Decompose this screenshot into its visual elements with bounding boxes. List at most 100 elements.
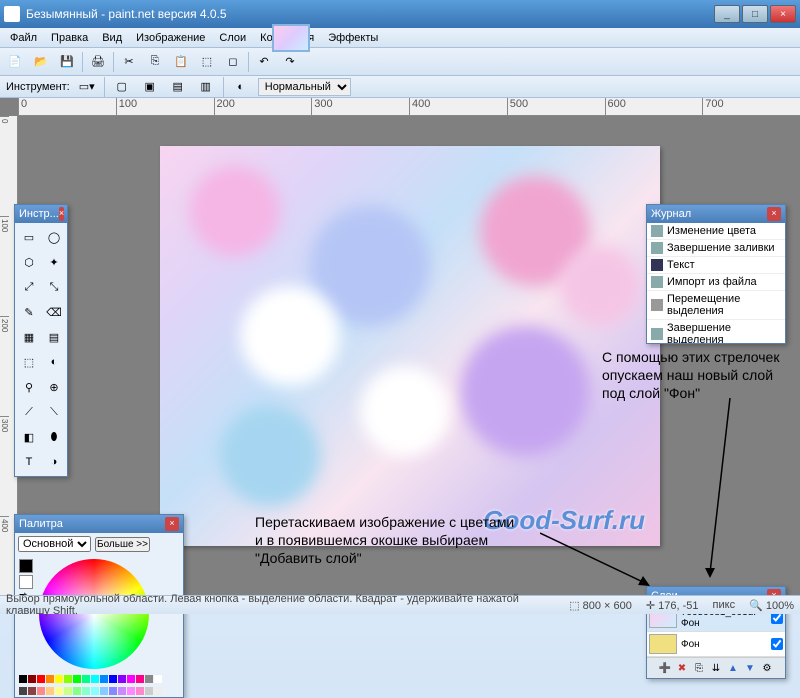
layer-props-icon[interactable]: ⚙ — [759, 660, 775, 676]
tool-label: Инструмент: — [6, 81, 70, 93]
statusbar: Выбор прямоугольной области. Левая кнопк… — [0, 595, 800, 614]
tool-0-icon[interactable]: ▭ — [17, 225, 41, 249]
tool-7-icon[interactable]: ⌫ — [42, 300, 66, 324]
tools-close-icon[interactable]: × — [59, 207, 64, 221]
layer-duplicate-icon[interactable]: ⎘ — [691, 660, 707, 676]
history-icon — [651, 328, 663, 340]
status-hint: Выбор прямоугольной области. Левая кнопк… — [6, 593, 555, 617]
layer-add-icon[interactable]: ➕ — [657, 660, 673, 676]
paste-icon[interactable]: 📋 — [170, 51, 192, 73]
colors-close-icon[interactable]: × — [165, 517, 179, 531]
selmode-3-icon[interactable]: ▤ — [167, 76, 189, 98]
history-icon — [651, 276, 663, 288]
tool-18-icon[interactable]: T — [17, 450, 41, 474]
menu-edit[interactable]: Правка — [45, 30, 94, 46]
cut-icon[interactable]: ✂ — [118, 51, 140, 73]
fill-icon[interactable]: ◐ — [230, 76, 252, 98]
titlebar: Безымянный - paint.net версия 4.0.5 _ □ … — [0, 0, 800, 28]
layer-delete-icon[interactable]: ✖ — [674, 660, 690, 676]
tool-6-icon[interactable]: ✎ — [17, 300, 41, 324]
color-mode-select[interactable]: Основной — [18, 536, 91, 552]
new-icon[interactable]: 📄 — [4, 51, 26, 73]
history-item[interactable]: Перемещение выделения — [647, 291, 785, 320]
history-item[interactable]: Завершение заливки — [647, 240, 785, 257]
layer-item[interactable]: Фон — [647, 632, 785, 657]
tool-10-icon[interactable]: ⬚ — [17, 350, 41, 374]
colors-panel-title: Палитра — [19, 518, 63, 530]
tool-11-icon[interactable]: ◐ — [42, 350, 66, 374]
window-title: Безымянный - paint.net версия 4.0.5 — [26, 7, 714, 21]
history-item[interactable]: Изменение цвета — [647, 223, 785, 240]
open-icon[interactable]: 📂 — [30, 51, 52, 73]
layer-merge-icon[interactable]: ⇊ — [708, 660, 724, 676]
tool-12-icon[interactable]: ⚲ — [17, 375, 41, 399]
more-colors-button[interactable]: Больше >> — [95, 537, 150, 552]
selmode-2-icon[interactable]: ▣ — [139, 76, 161, 98]
layer-up-icon[interactable]: ▲ — [725, 660, 741, 676]
crop-icon[interactable]: ⬚ — [196, 51, 218, 73]
tool-19-icon[interactable]: ◑ — [42, 450, 66, 474]
redo-icon[interactable]: ↷ — [279, 51, 301, 73]
status-size: ⬚ 800 × 600 — [569, 599, 632, 612]
tool-14-icon[interactable]: ⟋ — [17, 400, 41, 424]
annotation-drag: Перетаскиваем изображение с цветамии в п… — [255, 513, 555, 568]
history-item[interactable]: Текст — [647, 257, 785, 274]
tool-2-icon[interactable]: ⬡ — [17, 250, 41, 274]
menubar: Файл Правка Вид Изображение Слои Коррекц… — [0, 28, 800, 48]
tools-panel[interactable]: Инстр...× ▭◯⬡✦⤢⤡✎⌫▦▤⬚◐⚲⊕⟋⟍◧⬮T◑ — [14, 204, 68, 477]
history-icon — [651, 225, 663, 237]
menu-view[interactable]: Вид — [96, 30, 128, 46]
minimize-button[interactable]: _ — [714, 5, 740, 23]
tool-selector[interactable]: ▭▾ — [76, 76, 98, 98]
tool-8-icon[interactable]: ▦ — [17, 325, 41, 349]
menu-file[interactable]: Файл — [4, 30, 43, 46]
tool-15-icon[interactable]: ⟍ — [42, 400, 66, 424]
close-button[interactable]: × — [770, 5, 796, 23]
menu-layers[interactable]: Слои — [213, 30, 252, 46]
save-icon[interactable]: 💾 — [56, 51, 78, 73]
canvas[interactable]: Good-Surf.ru — [160, 146, 660, 546]
tool-16-icon[interactable]: ◧ — [17, 425, 41, 449]
primary-swatch[interactable] — [19, 559, 33, 573]
tool-13-icon[interactable]: ⊕ — [42, 375, 66, 399]
layer-visible-checkbox[interactable] — [771, 638, 783, 650]
palette-row[interactable] — [15, 673, 183, 685]
history-panel[interactable]: Журнал × Изменение цветаЗавершение заливк… — [646, 204, 786, 344]
status-unit[interactable]: пикс — [713, 599, 736, 611]
deselect-icon[interactable]: ◻ — [222, 51, 244, 73]
workspace: 0100200300400500600700 0100200300400 Goo… — [0, 98, 800, 595]
history-item[interactable]: Завершение выделения — [647, 320, 785, 343]
annotation-arrows: С помощью этих стрелочекопускаем наш нов… — [602, 348, 792, 403]
secondary-swatch[interactable] — [19, 575, 33, 589]
history-item[interactable]: Импорт из файла — [647, 274, 785, 291]
history-icon — [651, 259, 663, 271]
document-thumbnail[interactable] — [272, 24, 310, 52]
tool-17-icon[interactable]: ⬮ — [42, 425, 66, 449]
history-close-icon[interactable]: × — [767, 207, 781, 221]
print-icon[interactable]: 🖨 — [87, 51, 109, 73]
history-icon — [651, 299, 663, 311]
tool-9-icon[interactable]: ▤ — [42, 325, 66, 349]
ruler-horizontal: 0100200300400500600700 — [18, 98, 800, 116]
tool-1-icon[interactable]: ◯ — [42, 225, 66, 249]
app-icon — [4, 6, 20, 22]
selmode-4-icon[interactable]: ▥ — [195, 76, 217, 98]
status-pos: ✛ 176, -51 — [646, 599, 699, 612]
blend-mode-select[interactable]: Нормальный — [258, 78, 351, 96]
tool-4-icon[interactable]: ⤢ — [17, 275, 41, 299]
tool-3-icon[interactable]: ✦ — [42, 250, 66, 274]
status-zoom[interactable]: 🔍 100% — [749, 599, 794, 612]
tool-options-row: Инструмент: ▭▾ ▢ ▣ ▤ ▥ ◐ Нормальный — [0, 76, 800, 98]
maximize-button[interactable]: □ — [742, 5, 768, 23]
menu-effects[interactable]: Эффекты — [322, 30, 384, 46]
layer-down-icon[interactable]: ▼ — [742, 660, 758, 676]
selmode-1-icon[interactable]: ▢ — [111, 76, 133, 98]
layer-thumbnail — [649, 634, 677, 654]
copy-icon[interactable]: ⎘ — [144, 51, 166, 73]
tool-5-icon[interactable]: ⤡ — [42, 275, 66, 299]
history-panel-title: Журнал — [651, 208, 691, 220]
history-icon — [651, 242, 663, 254]
menu-image[interactable]: Изображение — [130, 30, 211, 46]
tools-panel-title: Инстр... — [19, 208, 59, 220]
undo-icon[interactable]: ↶ — [253, 51, 275, 73]
